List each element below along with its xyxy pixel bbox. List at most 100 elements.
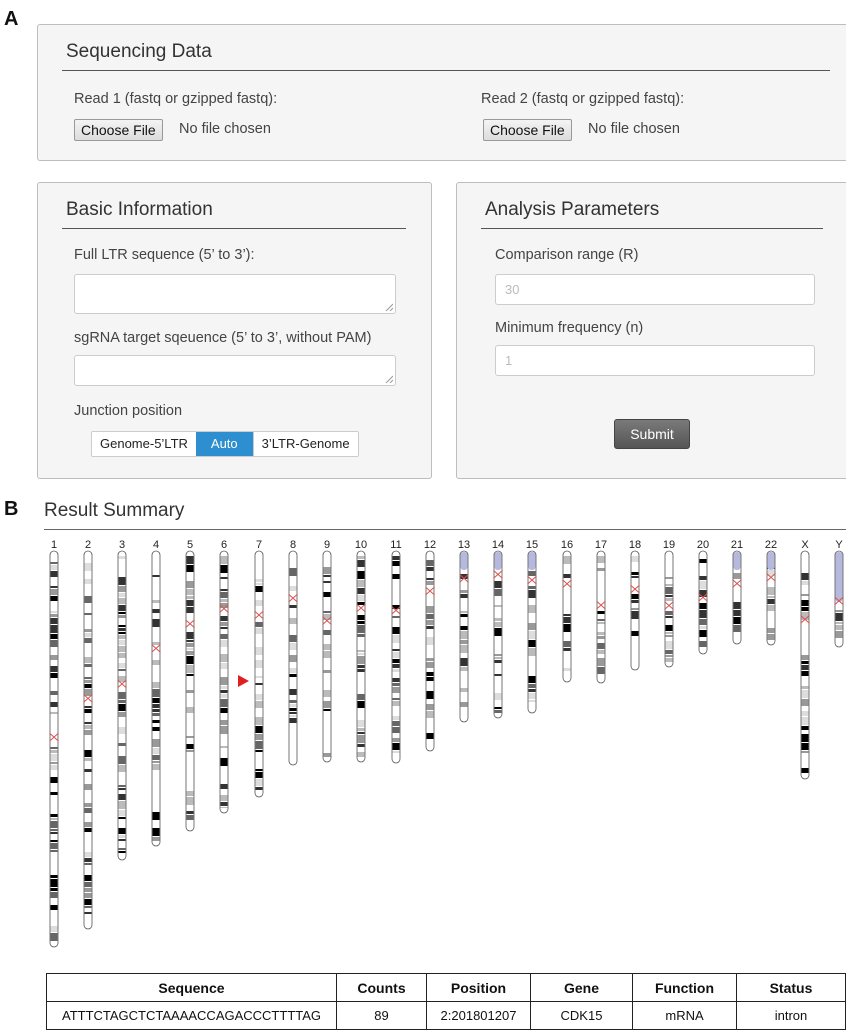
chromosome-band xyxy=(835,631,843,638)
chromosome-band xyxy=(426,637,434,645)
chromosome-label: 18 xyxy=(629,539,641,551)
chromosome-band xyxy=(50,879,58,887)
chromosome-band xyxy=(220,622,228,626)
chromosome-2: 2 xyxy=(83,539,93,930)
chromosome-band xyxy=(84,709,92,713)
chromosome-band xyxy=(118,577,126,585)
chromosome-band xyxy=(392,574,400,579)
chromosome-band xyxy=(357,653,365,655)
chromosome-band xyxy=(699,610,707,618)
chromosome-band xyxy=(426,560,434,566)
chromosome-band xyxy=(118,669,126,671)
chromosome-label: 20 xyxy=(697,539,709,551)
chromosome-band xyxy=(84,912,92,914)
ltr-sequence-textarea[interactable] xyxy=(74,274,396,314)
chromosome-band xyxy=(801,661,809,664)
cell-function: mRNA xyxy=(632,1001,737,1030)
chromosome-band xyxy=(357,735,365,743)
chromosome-body xyxy=(630,550,640,671)
chromosome-band xyxy=(665,658,673,662)
chromosome-band xyxy=(255,734,263,740)
table-row[interactable]: ATTTCTAGCTCTAAAACCAGACCCTTTTAG 89 2:2018… xyxy=(46,1001,846,1030)
chromosome-band xyxy=(289,674,297,677)
panel-title: Sequencing Data xyxy=(66,41,212,62)
chromosome-band xyxy=(220,634,228,639)
chromosome-band xyxy=(323,611,331,613)
chromosome-X: X xyxy=(800,539,810,780)
chromosome-band xyxy=(220,795,228,801)
junction-option-auto[interactable]: Auto xyxy=(195,432,253,456)
chromosome-band xyxy=(357,744,365,747)
chromosome-band xyxy=(118,586,126,592)
sgrna-textarea[interactable] xyxy=(74,355,396,386)
integration-site-marker-icon[interactable] xyxy=(238,675,249,687)
chromosome-band xyxy=(631,611,639,619)
chromosome-22: 22 xyxy=(765,539,777,646)
chromosome-band xyxy=(699,559,707,563)
chromosome-4: 4 xyxy=(151,539,161,847)
junction-option-3ltr-genome[interactable]: 3’LTR-Genome xyxy=(252,432,358,456)
junction-option-genome-5ltr[interactable]: Genome-5’LTR xyxy=(92,432,196,456)
chromosome-band xyxy=(84,758,92,761)
chromosome-band xyxy=(50,691,58,695)
chromosome-6: 6 xyxy=(219,539,229,814)
chromosome-band xyxy=(426,578,434,580)
chromosome-band xyxy=(255,779,263,786)
chromosome-band xyxy=(50,565,58,570)
chromosome-band xyxy=(118,851,126,853)
chromosome-band xyxy=(392,683,400,686)
chromosome-band xyxy=(220,720,228,725)
chromosome-band xyxy=(84,689,92,696)
chromosome-band xyxy=(50,843,58,849)
chromosome-band xyxy=(220,807,228,808)
minimum-frequency-input[interactable]: 1 xyxy=(495,345,815,376)
chromosome-band xyxy=(152,713,160,716)
chromosome-band xyxy=(597,650,605,654)
chromosome-band xyxy=(152,748,160,754)
comparison-range-input[interactable]: 30 xyxy=(495,274,815,305)
chromosome-band xyxy=(186,707,194,713)
chromosome-band xyxy=(392,659,400,663)
chromosome-band xyxy=(186,600,194,606)
chromosome-band xyxy=(733,602,741,609)
chromosome-band xyxy=(665,635,673,637)
chromosome-band xyxy=(665,632,673,634)
chromosome-band xyxy=(289,586,297,591)
chromosome-5: 5 xyxy=(185,539,195,832)
chromosome-band xyxy=(392,669,400,672)
chromosome-band xyxy=(186,815,194,820)
chromosome-band xyxy=(357,634,365,637)
result-summary-title: Result Summary xyxy=(44,500,185,521)
chromosome-band xyxy=(801,768,809,773)
chromosome-band xyxy=(665,650,673,654)
chromosome-band xyxy=(323,701,331,708)
chromosome-band xyxy=(152,619,160,627)
chromosome-band xyxy=(392,616,400,618)
panel-title: Analysis Parameters xyxy=(485,199,660,220)
results-table: Sequence Counts Position Gene Function S… xyxy=(46,973,846,1030)
chromosome-band xyxy=(118,712,126,717)
read1-choose-file-button[interactable]: Choose File xyxy=(74,119,163,141)
resize-grip-icon[interactable] xyxy=(385,375,393,383)
chromosome-band xyxy=(528,590,536,598)
chromosome-band xyxy=(50,818,58,820)
chromosome-band xyxy=(460,688,468,692)
table-header-row: Sequence Counts Position Gene Function S… xyxy=(46,973,846,1002)
chromosome-label: 10 xyxy=(355,539,367,551)
divider xyxy=(62,70,830,71)
chromosome-band xyxy=(699,630,707,637)
chromosome-21: 21 xyxy=(731,539,743,645)
chromosome-band xyxy=(563,668,571,671)
chromosome-band xyxy=(528,700,536,702)
chromosome-band xyxy=(426,662,434,668)
read2-choose-file-button[interactable]: Choose File xyxy=(483,119,572,141)
chromosome-band xyxy=(50,762,58,764)
chromosome-band xyxy=(152,720,160,723)
chromosome-band xyxy=(50,888,58,891)
submit-button[interactable]: Submit xyxy=(614,419,690,449)
resize-grip-icon[interactable] xyxy=(385,303,393,311)
chromosome-band xyxy=(186,589,194,595)
chromosome-band xyxy=(801,665,809,670)
chromosome-band xyxy=(50,814,58,817)
chromosome-17: 17 xyxy=(595,539,607,684)
